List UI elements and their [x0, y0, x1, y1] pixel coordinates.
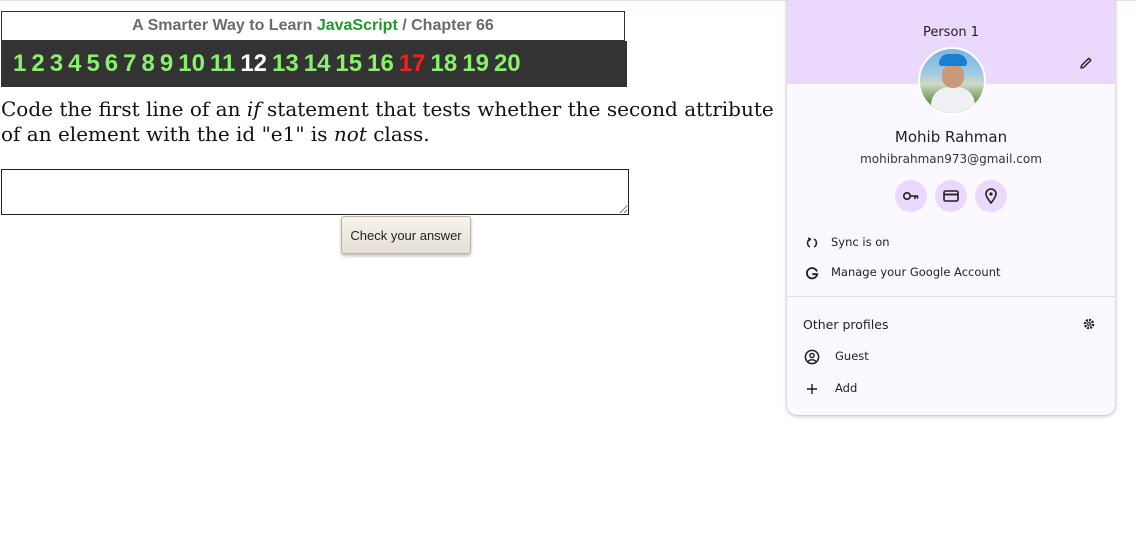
question-link[interactable]: 16: [367, 50, 394, 77]
profile-menu: Person 1 Mohib Rahman mohibrahman973@gma…: [787, 0, 1115, 415]
location-pin-icon: [985, 188, 997, 205]
guest-profile-row[interactable]: Guest: [787, 343, 1115, 371]
question-link[interactable]: 9: [160, 50, 173, 77]
question-link[interactable]: 5: [86, 50, 99, 77]
passwords-button[interactable]: [895, 180, 927, 212]
question-nav-bar: 1 2 3 4 5 6 7 8 9 10 11 12 13 14 15 16 17 18 19 20: [1, 41, 627, 87]
divider: [787, 296, 1115, 297]
chapter-header: A Smarter Way to Learn JavaScript / Chap…: [1, 11, 625, 41]
account-email: mohibrahman973@gmail.com: [860, 152, 1042, 166]
pencil-icon[interactable]: [1078, 55, 1094, 71]
question-link[interactable]: 10: [178, 50, 205, 77]
key-icon: [902, 192, 919, 201]
question-link[interactable]: 15: [335, 50, 362, 77]
gear-icon[interactable]: [1082, 317, 1096, 331]
question-emphasis: not: [333, 122, 367, 146]
chapter-title: Chapter 66: [411, 17, 494, 34]
question-part: class.: [366, 122, 430, 146]
credit-card-icon: [943, 190, 959, 202]
sync-row[interactable]: Sync is on: [787, 229, 1115, 257]
question-link[interactable]: 2: [31, 50, 44, 77]
payment-methods-button[interactable]: [935, 180, 967, 212]
question-link[interactable]: 3: [50, 50, 63, 77]
question-link[interactable]: 14: [304, 50, 331, 77]
add-profile-row[interactable]: Add: [787, 375, 1115, 403]
question-link[interactable]: 18: [431, 50, 458, 77]
question-link[interactable]: 11: [210, 50, 235, 77]
other-profiles-heading: Other profiles: [803, 317, 889, 332]
check-answer-button[interactable]: Check your answer: [341, 216, 471, 254]
account-circle-icon: [804, 349, 820, 365]
addresses-button[interactable]: [975, 180, 1007, 212]
question-link[interactable]: 7: [123, 50, 136, 77]
google-icon: [806, 267, 819, 280]
question-text: Code the first line of an if statement t…: [1, 97, 781, 147]
question-link[interactable]: 6: [105, 50, 118, 77]
question-link[interactable]: 8: [142, 50, 155, 77]
question-link[interactable]: 1: [13, 50, 26, 77]
profile-label: Person 1: [922, 25, 980, 40]
manage-account-row[interactable]: Manage your Google Account: [787, 259, 1115, 287]
question-link[interactable]: 20: [494, 50, 521, 77]
question-link[interactable]: 13: [272, 50, 299, 77]
book-prefix: A Smarter Way to Learn: [132, 17, 313, 34]
question-link[interactable]: 4: [68, 50, 81, 77]
answer-input[interactable]: [1, 169, 629, 215]
question-link-wrong[interactable]: 17: [399, 50, 426, 77]
guest-label: Guest: [835, 349, 869, 363]
question-part: Code the first line of an: [1, 97, 247, 121]
header-separator: /: [402, 17, 407, 34]
question-link-current[interactable]: 12: [240, 50, 267, 77]
avatar: [918, 47, 986, 115]
sync-label: Sync is on: [831, 235, 890, 249]
add-label: Add: [835, 381, 858, 395]
sync-icon: [806, 237, 818, 248]
account-name: Mohib Rahman: [894, 128, 1008, 146]
book-title: JavaScript: [316, 17, 398, 34]
plus-icon: [807, 384, 817, 394]
question-emphasis: if: [246, 97, 261, 121]
question-link[interactable]: 19: [462, 50, 489, 77]
manage-account-label: Manage your Google Account: [831, 265, 1001, 279]
